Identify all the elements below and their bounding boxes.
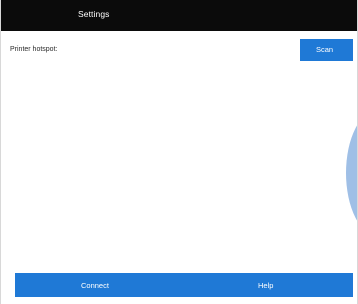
hotspot-list-area [1,70,357,268]
connect-button[interactable]: Connect [15,273,184,297]
printer-hotspot-label: Printer hotspot: [10,46,58,53]
title-bar: Settings [1,0,357,31]
scan-button-label: Scan [316,45,334,54]
bottom-action-bar: Connect Help [15,273,353,297]
settings-screen: Settings Printer hotspot: Scan Connect H… [0,0,358,304]
help-button[interactable]: Help [184,273,353,297]
scan-button[interactable]: Scan [300,39,353,61]
connect-button-label: Connect [81,281,109,290]
page-title: Settings [78,9,110,19]
help-button-label: Help [258,281,274,290]
